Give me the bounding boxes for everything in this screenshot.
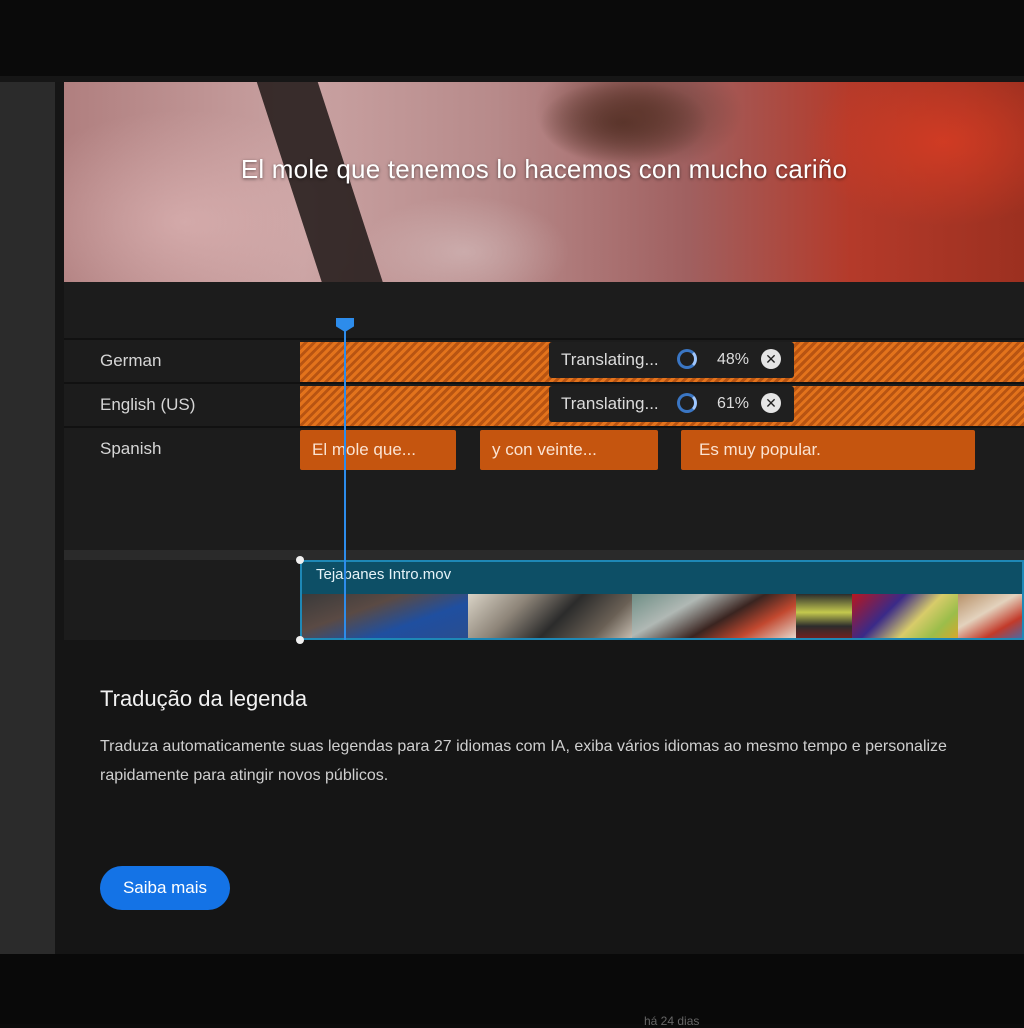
feature-description: Traduza automaticamente suas legendas pa… xyxy=(100,738,947,784)
track-gap xyxy=(64,550,1024,560)
caption-clip[interactable]: y con veinte... xyxy=(480,430,658,470)
caption-clip[interactable]: Es muy popular. xyxy=(681,430,975,470)
thumbnail xyxy=(302,594,468,638)
video-clip-name: Tejabanes Intro.mov xyxy=(316,566,452,583)
learn-more-button[interactable]: Saiba mais xyxy=(100,866,230,910)
translating-status: Translating... xyxy=(561,394,659,413)
bottom-bar xyxy=(0,954,1024,1024)
feature-card: El mole que tenemos lo hacemos con mucho… xyxy=(55,82,1024,954)
feature-title: Tradução da legenda xyxy=(100,686,308,711)
translation-progress: Translating... 48% ✕ xyxy=(549,342,794,378)
video-preview: El mole que tenemos lo hacemos con mucho… xyxy=(64,82,1024,282)
track-german: German Translating... 48% ✕ xyxy=(64,338,1024,382)
cancel-icon[interactable]: ✕ xyxy=(761,393,781,413)
thumbnail xyxy=(468,594,632,638)
trim-handle[interactable] xyxy=(296,556,304,564)
caption-clip-text: y con veinte... xyxy=(492,440,597,459)
caption-clip[interactable]: El mole que... xyxy=(300,430,456,470)
video-clip[interactable]: Tejabanes Intro.mov xyxy=(300,560,1024,640)
caption-clip-text: El mole que... xyxy=(312,440,416,459)
left-rail xyxy=(0,82,55,954)
top-bar xyxy=(0,0,1024,76)
translation-progress: Translating... 61% ✕ xyxy=(549,386,794,422)
track-english-us: English (US) Translating... 61% ✕ xyxy=(64,382,1024,426)
spinner-icon xyxy=(677,393,697,413)
thumbnail xyxy=(958,594,1022,638)
playhead[interactable] xyxy=(344,320,346,640)
thumbnail xyxy=(852,594,958,638)
thumbnail xyxy=(632,594,796,638)
track-label: German xyxy=(100,351,162,370)
post-age: há 24 dias xyxy=(644,1014,700,1028)
track-label: Spanish xyxy=(100,439,162,458)
trim-handle[interactable] xyxy=(296,636,304,644)
video-thumbnails xyxy=(302,594,1022,638)
timeline-ruler[interactable] xyxy=(64,282,1024,338)
video-track: Tejabanes Intro.mov xyxy=(64,556,1024,644)
track-spanish: Spanish El mole que... y con veinte... E… xyxy=(64,426,1024,470)
caption-overlay: El mole que tenemos lo hacemos con mucho… xyxy=(240,154,848,184)
spinner-icon xyxy=(677,349,697,369)
thumbnail xyxy=(796,594,852,638)
progress-percent: 61% xyxy=(717,395,750,412)
caption-clip-text: Es muy popular. xyxy=(699,440,821,459)
timeline-panel: German Translating... 48% ✕ English (US)… xyxy=(64,282,1024,644)
translating-status: Translating... xyxy=(561,350,659,369)
track-label: English (US) xyxy=(100,395,196,414)
cancel-icon[interactable]: ✕ xyxy=(761,349,781,369)
progress-percent: 48% xyxy=(717,351,750,368)
